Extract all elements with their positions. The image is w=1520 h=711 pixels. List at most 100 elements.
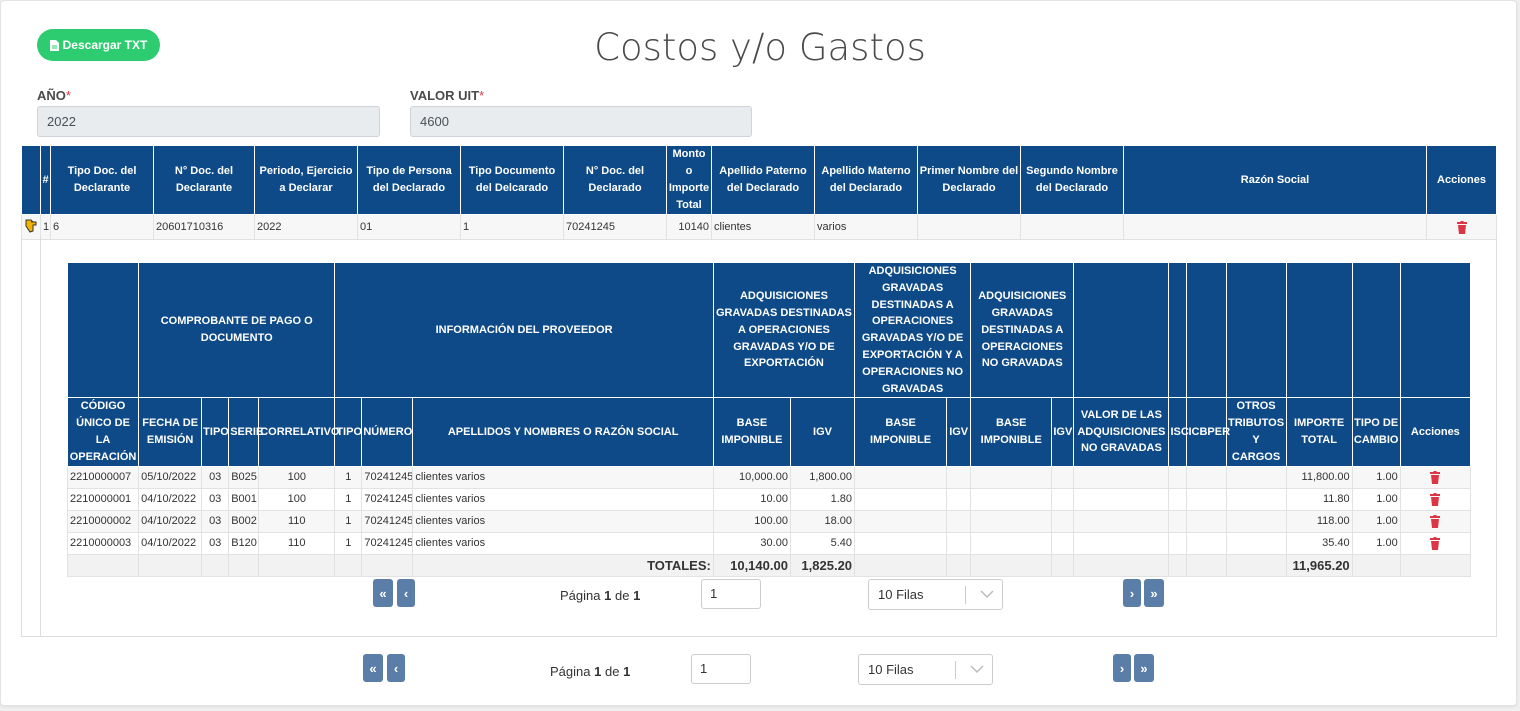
header-igv2: IGV (946, 397, 972, 467)
last-page-button[interactable]: » (1134, 654, 1154, 682)
cell-fecha: 04/10/2022 (138, 531, 203, 555)
cell-serie: B025 (228, 465, 260, 489)
chevron-down-icon (970, 665, 984, 674)
uit-field[interactable]: 4600 (410, 106, 752, 137)
first-page-button[interactable]: « (373, 579, 393, 607)
cell-empty (946, 509, 972, 533)
cell-empty (1186, 531, 1227, 555)
prev-page-button[interactable]: ‹ (387, 654, 405, 682)
page-input[interactable]: 1 (701, 579, 761, 609)
header-igv3: IGV (1051, 397, 1075, 467)
next-page-button[interactable]: › (1123, 579, 1141, 607)
cell-codigo: 2210000001 (66, 487, 140, 511)
header-razon-social: Razón Social (1123, 145, 1427, 215)
totals-igv1: 1,825.20 (789, 553, 856, 577)
cell-tipo: 03 (201, 509, 230, 533)
header-num-doc: N° Doc. del Declarante (153, 145, 255, 215)
double-chevron-right-icon: » (1140, 660, 1148, 676)
cell-empty (970, 465, 1053, 489)
trash-icon (1430, 514, 1441, 528)
cell-tipo: 03 (201, 465, 230, 489)
group-empty (66, 261, 140, 399)
cell-tipo-cambio: 1.00 (1351, 509, 1401, 533)
rows-select[interactable]: 10 Filas (868, 579, 1003, 610)
cell-empty (946, 531, 972, 555)
group-comprobante: COMPROBANTE DE PAGO O DOCUMENTO (138, 261, 336, 399)
double-chevron-left-icon: « (379, 585, 387, 601)
header-num: # (40, 145, 51, 215)
cell-empty (1399, 553, 1472, 577)
delete-button[interactable] (1426, 214, 1497, 240)
rows-select[interactable]: 10 Filas (858, 654, 993, 685)
cell-tipo-documento: 1 (460, 214, 564, 240)
cell-numero: 70241245 (361, 531, 414, 555)
group-empty (1285, 261, 1353, 399)
cell-empty (970, 553, 1053, 577)
cell-num-doc-declarado: 70241245 (563, 214, 667, 240)
header-valor-no-grav: VALOR DE LAS ADQUISICIONES NO GRAVADAS (1073, 397, 1170, 467)
delete-button[interactable] (1399, 531, 1472, 555)
delete-button[interactable] (1399, 509, 1472, 533)
cell-empty (854, 531, 948, 555)
header-base2: BASE IMPONIBLE (854, 397, 948, 467)
cell-tipo: 03 (201, 531, 230, 555)
expand-toggle[interactable] (21, 214, 41, 240)
cell-empty (258, 553, 336, 577)
prev-page-button[interactable]: ‹ (397, 579, 415, 607)
delete-button[interactable] (1399, 487, 1472, 511)
group-empty (1351, 261, 1401, 399)
uit-label: VALOR UIT* (410, 88, 485, 103)
cell-empty (1225, 487, 1287, 511)
header-primer-nombre: Primer Nombre del Declarado (917, 145, 1021, 215)
cell-correlativo: 110 (258, 509, 336, 533)
table-row[interactable]: 1 6 20601710316 2022 01 1 70241245 10140… (21, 214, 1497, 240)
header-isc: ISC (1168, 397, 1189, 467)
cell-segundo-nombre (1020, 214, 1124, 240)
header-tipo-doc: Tipo Doc. del Declarante (50, 145, 154, 215)
table-row: 2210000002 04/10/2022 03 B002 110 1 70241245 cl… (66, 509, 1472, 533)
table-row: 2210000001 04/10/2022 03 B001 100 1 70241245 cl… (66, 487, 1472, 511)
header-apellido-materno: Apellido Materno del Declarado (814, 145, 918, 215)
group-empty (1399, 261, 1472, 399)
header-base3: BASE IMPONIBLE (970, 397, 1053, 467)
cell-codigo: 2210000002 (66, 509, 140, 533)
cell-empty (201, 553, 230, 577)
cell-empty (1225, 509, 1287, 533)
first-page-button[interactable]: « (363, 654, 383, 682)
page-input[interactable]: 1 (691, 654, 751, 684)
required-mark: * (65, 88, 71, 103)
chevron-left-icon: ‹ (403, 585, 409, 601)
cell-empty (138, 553, 203, 577)
last-page-button[interactable]: » (1144, 579, 1164, 607)
cell-empty (1051, 509, 1075, 533)
cell-empty (1168, 553, 1188, 577)
cell-base1: 10.00 (712, 487, 791, 511)
cell-tipo-cambio: 1.00 (1351, 487, 1401, 511)
delete-button[interactable] (1399, 465, 1472, 489)
cell-tipo-prov: 1 (334, 465, 363, 489)
totals-label: TOTALES: (412, 553, 714, 577)
cell-apellido-paterno: clientes (711, 214, 815, 240)
rows-select-value: 10 Filas (868, 662, 914, 677)
header-tipo-prov: TIPO (334, 397, 363, 467)
cell-empty (1051, 553, 1075, 577)
cell-empty (334, 553, 363, 577)
cell-empty (1168, 531, 1188, 555)
cell-primer-nombre (917, 214, 1021, 240)
cell-num: 1 (40, 214, 51, 240)
header-igv1: IGV (789, 397, 856, 467)
cell-serie: B001 (228, 487, 260, 511)
double-chevron-left-icon: « (369, 660, 377, 676)
cell-num-doc: 20601710316 (153, 214, 255, 240)
cell-importe: 11.80 (1285, 487, 1353, 511)
cell-tipo-doc: 6 (50, 214, 154, 240)
cell-base1: 30.00 (712, 531, 791, 555)
year-field[interactable]: 2022 (37, 106, 380, 137)
next-page-button[interactable]: › (1113, 654, 1131, 682)
hand-pointer-icon (25, 219, 36, 233)
chevron-left-icon: ‹ (393, 660, 399, 676)
header-importe: IMPORTE TOTAL (1285, 397, 1353, 467)
cell-monto: 10140 (666, 214, 712, 240)
cell-tipo-prov: 1 (334, 487, 363, 511)
cell-apellido-materno: varios (814, 214, 918, 240)
